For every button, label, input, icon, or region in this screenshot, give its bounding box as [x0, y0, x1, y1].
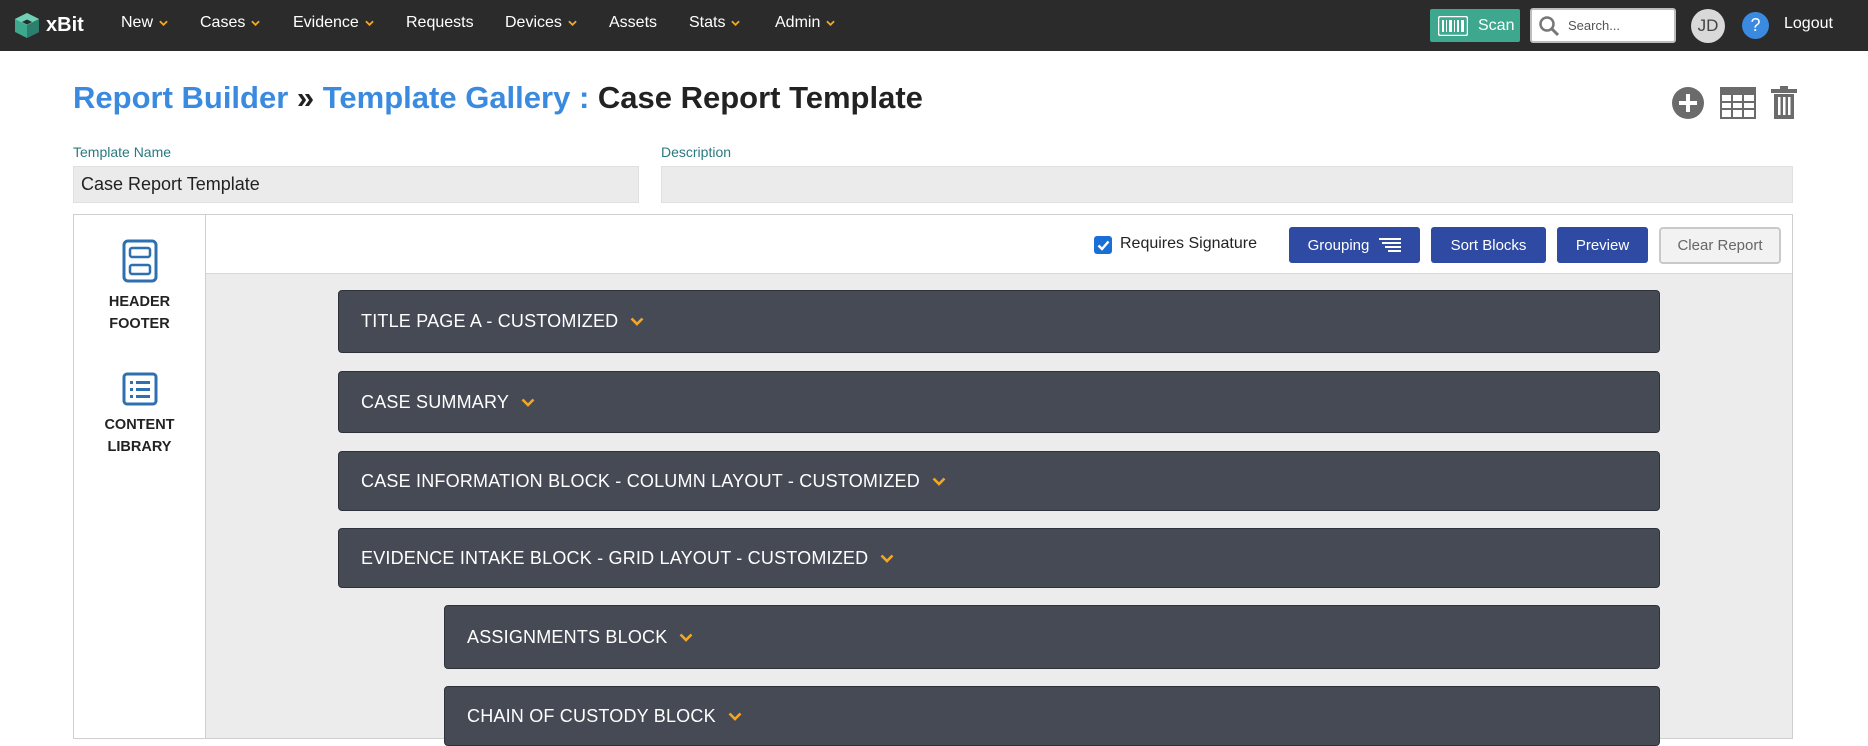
- scan-label: Scan: [1478, 16, 1515, 34]
- nav-assets-label: Assets: [609, 14, 658, 31]
- header-footer-icon: [122, 239, 157, 283]
- report-block[interactable]: EVIDENCE INTAKE BLOCK - GRID LAYOUT - CU…: [338, 528, 1660, 588]
- header-footer-line2: FOOTER: [109, 316, 170, 332]
- report-block[interactable]: TITLE PAGE A - CUSTOMIZED: [338, 290, 1660, 353]
- breadcrumb-separator: »: [296, 80, 315, 115]
- page-title: Report Builder » Template Gallery : Case…: [73, 80, 923, 116]
- chevron-down-icon[interactable]: [728, 712, 742, 721]
- report-block[interactable]: CASE SUMMARY: [338, 371, 1660, 433]
- header-footer-line1: HEADER: [108, 294, 171, 310]
- sort-blocks-button[interactable]: Sort Blocks: [1431, 227, 1546, 263]
- trash-icon[interactable]: [1771, 86, 1797, 119]
- description-label: Description: [661, 144, 732, 160]
- nav-assets[interactable]: Assets: [609, 14, 657, 32]
- cube-logo-icon: [15, 13, 39, 38]
- grouping-button[interactable]: Grouping: [1289, 227, 1420, 263]
- help-icon[interactable]: ?: [1742, 12, 1769, 39]
- table-icon[interactable]: [1720, 87, 1756, 119]
- nav-devices-label: Devices: [505, 14, 562, 31]
- report-block[interactable]: CASE INFORMATION BLOCK - COLUMN LAYOUT -…: [338, 451, 1660, 511]
- nav-new-label: New: [121, 14, 154, 31]
- search-input[interactable]: [1568, 18, 1668, 33]
- barcode-icon: [1438, 15, 1468, 36]
- breadcrumb-template-gallery[interactable]: Template Gallery :: [323, 80, 589, 115]
- chevron-down-icon: [159, 20, 168, 26]
- chevron-down-icon[interactable]: [679, 633, 693, 642]
- search-box[interactable]: [1530, 8, 1676, 43]
- requires-signature-checkbox[interactable]: [1094, 236, 1112, 254]
- description-field[interactable]: [661, 166, 1793, 203]
- scan-button[interactable]: Scan: [1430, 9, 1520, 42]
- content-library-item[interactable]: CONTENT LIBRARY: [74, 372, 205, 458]
- checkmark-icon: [1097, 240, 1109, 251]
- avatar[interactable]: JD: [1691, 9, 1725, 43]
- chevron-down-icon[interactable]: [880, 554, 894, 563]
- logout-link[interactable]: Logout: [1784, 15, 1833, 33]
- nav-admin-label: Admin: [775, 14, 821, 31]
- chevron-down-icon: [826, 20, 836, 26]
- report-toolbar: Requires Signature Grouping Sort Blocks …: [206, 215, 1792, 274]
- chevron-down-icon: [251, 20, 261, 26]
- block-title: TITLE PAGE A - CUSTOMIZED: [361, 311, 619, 331]
- report-block[interactable]: ASSIGNMENTS BLOCK: [444, 605, 1660, 669]
- requires-signature-label: Requires Signature: [1120, 235, 1257, 252]
- nav-evidence[interactable]: Evidence: [293, 14, 374, 32]
- nav-admin[interactable]: Admin: [775, 14, 836, 32]
- chevron-down-icon: [568, 20, 577, 26]
- preview-button[interactable]: Preview: [1557, 227, 1648, 263]
- report-block[interactable]: CHAIN OF CUSTODY BLOCK: [444, 686, 1660, 746]
- add-circle-icon[interactable]: [1671, 86, 1705, 120]
- content-library-line1: CONTENT: [104, 417, 175, 433]
- header-footer-item[interactable]: HEADER FOOTER: [74, 239, 205, 335]
- nav-requests[interactable]: Requests: [406, 14, 474, 32]
- block-title: EVIDENCE INTAKE BLOCK - GRID LAYOUT - CU…: [361, 547, 869, 568]
- chevron-down-icon: [731, 20, 741, 26]
- report-canvas: Requires Signature Grouping Sort Blocks …: [205, 214, 1793, 746]
- block-title: CASE INFORMATION BLOCK - COLUMN LAYOUT -…: [361, 470, 920, 491]
- grouping-label: Grouping: [1307, 236, 1370, 254]
- nav-cases-label: Cases: [200, 14, 246, 31]
- chevron-down-icon: [365, 20, 374, 26]
- search-icon: [1539, 15, 1560, 36]
- nav-new[interactable]: New: [121, 14, 168, 32]
- nav-stats[interactable]: Stats: [689, 14, 741, 32]
- breadcrumb-current: Case Report Template: [597, 80, 923, 115]
- logo-text: xBit: [46, 14, 84, 36]
- block-title: CASE SUMMARY: [361, 391, 510, 412]
- content-library-line2: LIBRARY: [107, 439, 172, 455]
- block-title: CHAIN OF CUSTODY BLOCK: [467, 705, 716, 726]
- chevron-down-icon[interactable]: [630, 317, 644, 326]
- nav-evidence-label: Evidence: [293, 14, 359, 31]
- nav-requests-label: Requests: [406, 14, 474, 31]
- top-navbar: xBit New Cases Evidence Requests Devices…: [0, 0, 1868, 51]
- template-name-field[interactable]: Case Report Template: [73, 166, 639, 203]
- template-name-label: Template Name: [73, 144, 172, 160]
- app-logo[interactable]: xBit: [14, 12, 84, 39]
- breadcrumb-report-builder[interactable]: Report Builder: [73, 80, 288, 115]
- nav-devices[interactable]: Devices: [505, 14, 577, 32]
- left-panel: HEADER FOOTER CONTENT LIBRARY: [73, 214, 206, 739]
- chevron-down-icon[interactable]: [521, 398, 535, 407]
- clear-report-button[interactable]: Clear Report: [1659, 227, 1781, 264]
- block-title: ASSIGNMENTS BLOCK: [467, 626, 668, 647]
- hamburger-lines-icon: [1379, 238, 1402, 252]
- nav-stats-label: Stats: [689, 14, 726, 31]
- content-library-icon: [122, 372, 157, 406]
- chevron-down-icon[interactable]: [932, 477, 946, 486]
- nav-cases[interactable]: Cases: [200, 14, 261, 32]
